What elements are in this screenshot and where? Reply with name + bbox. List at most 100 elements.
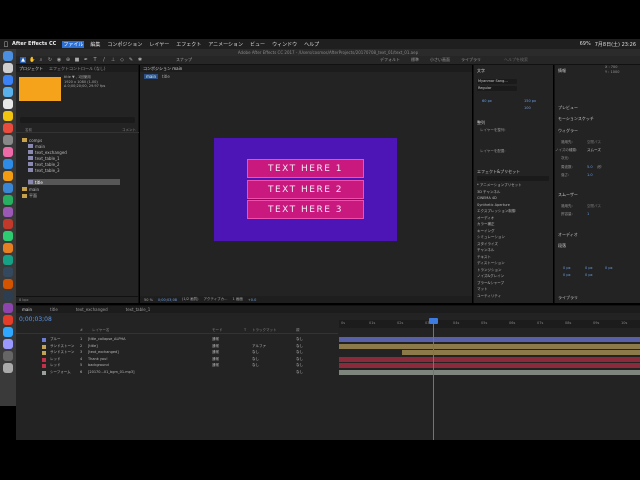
- effect-category[interactable]: スタイライズ: [477, 242, 498, 247]
- font-size[interactable]: 60 px: [482, 99, 492, 103]
- breadcrumb-main[interactable]: main: [144, 74, 158, 79]
- parent-select[interactable]: なし: [296, 357, 303, 362]
- menu-effect[interactable]: エフェクト: [175, 41, 202, 48]
- comp-canvas[interactable]: TEXT HERE 1 TEXT HERE 2 TEXT HERE 3: [214, 138, 397, 241]
- noise-value[interactable]: スムーズ: [587, 148, 601, 153]
- exposure-value[interactable]: +0.0: [248, 298, 257, 302]
- effect-category[interactable]: キーイング: [477, 229, 495, 234]
- layer-row[interactable]: レッド 4 Thank you! 通常 なし なし: [16, 357, 338, 363]
- shape-tool-icon[interactable]: ■: [74, 57, 80, 63]
- layer-mode[interactable]: 通常: [212, 337, 219, 342]
- list-item[interactable]: main: [22, 186, 137, 192]
- launchpad-icon[interactable]: [3, 63, 13, 73]
- app-icon[interactable]: [3, 219, 13, 229]
- camera-tool-icon[interactable]: ◉: [56, 57, 62, 63]
- app-icon[interactable]: [3, 267, 13, 277]
- layer-mode[interactable]: 通常: [212, 357, 219, 362]
- comment-column[interactable]: コメント: [122, 128, 136, 133]
- help-search[interactable]: ヘルプを検索: [504, 57, 528, 63]
- label-swatch[interactable]: [42, 344, 46, 349]
- playhead-handle[interactable]: [429, 318, 438, 324]
- effect-category[interactable]: シミュレーション: [477, 235, 505, 240]
- menu-composition[interactable]: コンポジション: [106, 41, 143, 48]
- current-time[interactable]: 0;00;03;08: [158, 298, 177, 302]
- camera-select[interactable]: アクティブカ...: [204, 297, 228, 302]
- track-matte[interactable]: なし: [252, 363, 259, 368]
- library-title[interactable]: ライブラリ: [558, 295, 578, 301]
- calendar-icon[interactable]: [3, 99, 13, 109]
- parent-select[interactable]: なし: [296, 344, 303, 349]
- list-item-selected[interactable]: title: [28, 179, 120, 185]
- effect-category[interactable]: オーディオ: [477, 216, 494, 221]
- brush-tool-icon[interactable]: /: [101, 57, 107, 63]
- layer-row[interactable]: サンドストーン 2 [title] 通常 アルファ なし: [16, 344, 338, 350]
- tab-composition[interactable]: コンポジション main: [143, 66, 182, 72]
- photoshop-icon[interactable]: [3, 327, 13, 337]
- time-ruler[interactable]: 0s01s02s03s04s05s06s07s08s09s10s: [339, 320, 640, 328]
- pan-tool-icon[interactable]: ⊕: [65, 57, 71, 63]
- effect-category[interactable]: 3D チャンネル: [477, 190, 500, 195]
- effect-category[interactable]: エクスプレッション制御: [477, 209, 515, 214]
- safari-icon[interactable]: [3, 75, 13, 85]
- app-icon[interactable]: [3, 255, 13, 265]
- illustrator-icon[interactable]: [3, 315, 13, 325]
- menu-edit[interactable]: 編集: [89, 41, 101, 48]
- tolerance-value[interactable]: 1: [587, 212, 589, 216]
- app-icon[interactable]: [3, 279, 13, 289]
- wiggler-apply-value[interactable]: 空間パス: [587, 140, 601, 145]
- skype-icon[interactable]: [3, 183, 13, 193]
- project-search-input[interactable]: [20, 117, 135, 123]
- after-effects-icon[interactable]: [3, 339, 13, 349]
- layer-duration-bar[interactable]: [339, 369, 640, 375]
- effect-category[interactable]: ブラー&シャープ: [477, 281, 504, 286]
- effect-category[interactable]: マット: [477, 287, 488, 292]
- layer-row[interactable]: シーフォーム 6 [20170...01_bgm_01.mp3] なし: [16, 370, 338, 376]
- layer-mode[interactable]: 通常: [212, 350, 219, 355]
- effect-category[interactable]: チャンネル: [477, 248, 494, 253]
- label-swatch[interactable]: [42, 370, 46, 375]
- line-icon[interactable]: [3, 195, 13, 205]
- indent-first[interactable]: 0 px: [605, 266, 613, 270]
- parent-select[interactable]: なし: [296, 350, 303, 355]
- track-matte[interactable]: アルファ: [252, 344, 266, 349]
- layer-name[interactable]: [title]: [88, 344, 146, 348]
- label-swatch[interactable]: [42, 357, 46, 362]
- battery-status[interactable]: 69%: [580, 41, 591, 48]
- workspace-default[interactable]: デフォルト: [380, 57, 400, 63]
- smoother-apply-value[interactable]: 空間パス: [587, 204, 601, 209]
- app-icon[interactable]: [3, 243, 13, 253]
- layer-duration-bar[interactable]: [339, 343, 640, 349]
- playhead[interactable]: [433, 318, 434, 440]
- name-column[interactable]: 名前: [25, 128, 32, 132]
- leading[interactable]: 150 px: [524, 99, 536, 103]
- trash-icon[interactable]: [3, 363, 13, 373]
- space-after[interactable]: 0 px: [585, 273, 593, 277]
- eraser-tool-icon[interactable]: ◇: [119, 57, 125, 63]
- rotate-tool-icon[interactable]: ↻: [47, 57, 53, 63]
- menu-file[interactable]: ファイル: [62, 40, 85, 48]
- parent-select[interactable]: なし: [296, 363, 303, 368]
- app-icon[interactable]: [3, 291, 13, 301]
- tab-main[interactable]: main: [22, 307, 32, 312]
- track-matte[interactable]: なし: [252, 357, 259, 362]
- menu-view[interactable]: ビュー: [249, 41, 266, 48]
- notes-icon[interactable]: [3, 111, 13, 121]
- mail-icon[interactable]: [3, 87, 13, 97]
- tab-title[interactable]: title: [50, 307, 58, 312]
- layer-name[interactable]: background: [88, 363, 146, 367]
- indent-right[interactable]: 0 px: [585, 266, 593, 270]
- chrome-icon[interactable]: [3, 123, 13, 133]
- text-box-3[interactable]: TEXT HERE 3: [247, 200, 364, 219]
- layer-duration-bar[interactable]: [339, 356, 640, 362]
- magnitude-value[interactable]: 1.0: [587, 173, 593, 177]
- preferences-icon[interactable]: [3, 135, 13, 145]
- finder-icon[interactable]: [3, 51, 13, 61]
- tab-project[interactable]: プロジェクト: [19, 66, 43, 72]
- stamp-tool-icon[interactable]: ⊥: [110, 57, 116, 63]
- roto-tool-icon[interactable]: ✎: [128, 57, 134, 63]
- label-swatch[interactable]: [42, 338, 46, 342]
- pen-tool-icon[interactable]: ✒: [83, 57, 89, 63]
- label-swatch[interactable]: [42, 364, 46, 368]
- layer-row[interactable]: サンドストーン 3 [text_exchanged] 通常 なし なし: [16, 350, 338, 356]
- apple-icon[interactable]: : [0, 41, 12, 48]
